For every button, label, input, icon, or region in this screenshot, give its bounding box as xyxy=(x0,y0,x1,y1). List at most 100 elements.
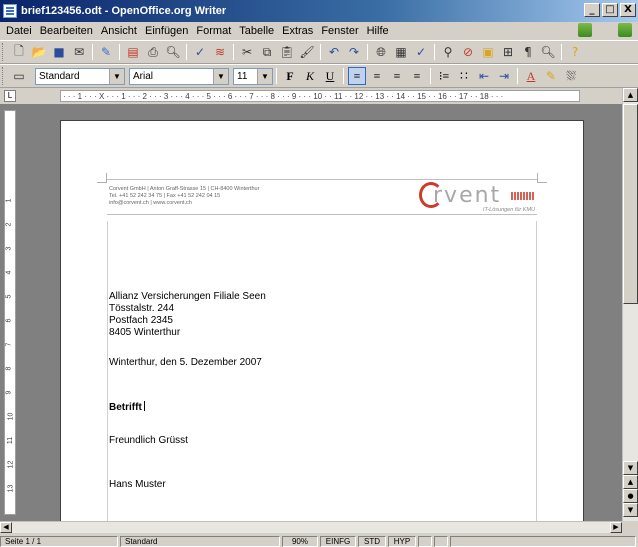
vertical-scrollbar[interactable]: ▲ ▼ ▲ ● ▼ xyxy=(622,88,638,521)
scroll-left-button[interactable]: ◀ xyxy=(0,522,12,533)
chevron-down-icon[interactable]: ▼ xyxy=(257,68,272,84)
menu-help[interactable]: Hilfe xyxy=(363,25,393,37)
status-info-field xyxy=(450,535,636,547)
selection-mode-indicator[interactable]: STD xyxy=(358,535,386,547)
paste-icon[interactable]: 📋︎ xyxy=(279,44,295,60)
scroll-up-button[interactable]: ▲ xyxy=(623,88,638,102)
page-indicator[interactable]: Seite 1 / 1 xyxy=(0,535,118,547)
scroll-right-button[interactable]: ▶ xyxy=(610,522,622,533)
table-icon[interactable]: ▦ xyxy=(393,44,409,60)
page-header[interactable]: Corvent GmbH | Anton Graff-Strasse 15 | … xyxy=(107,179,537,215)
vruler-mark: 3 xyxy=(5,246,13,251)
maximize-button[interactable]: □ xyxy=(602,3,618,17)
vertical-scroll-thumb[interactable] xyxy=(623,104,638,304)
company-logo: rvent IT-Lösungen für KMU xyxy=(417,180,537,214)
navigation-button[interactable]: ● xyxy=(623,489,638,503)
menu-file[interactable]: Datei xyxy=(2,25,36,37)
horizontal-scrollbar[interactable]: ◀ ▶ xyxy=(0,521,622,533)
zoom-indicator[interactable]: 90% xyxy=(282,535,318,547)
greeting-line[interactable]: Freundlich Grüsst xyxy=(109,435,188,447)
font-name-select[interactable]: Arial ▼ xyxy=(129,67,229,85)
align-center-button[interactable]: ≡ xyxy=(368,67,386,85)
numbering-icon[interactable]: ⁝≡ xyxy=(435,67,453,85)
clone-format-icon[interactable]: 🖌︎ xyxy=(299,44,315,60)
page-preview-icon[interactable]: 🔍︎ xyxy=(165,44,181,60)
edit-file-icon[interactable]: ✎ xyxy=(98,44,114,60)
paragraph-style-select[interactable]: Standard ▼ xyxy=(35,67,125,85)
previous-page-button[interactable]: ▲ xyxy=(623,475,638,489)
underline-button[interactable]: U xyxy=(321,67,339,85)
help-icon[interactable]: ? xyxy=(567,44,583,60)
data-sources-icon[interactable]: ⊞ xyxy=(500,44,516,60)
hyperlink-icon[interactable]: 🌐︎ xyxy=(373,44,389,60)
redo-icon[interactable]: ↷ xyxy=(346,44,362,60)
subject-line[interactable]: Betrifft xyxy=(109,401,145,414)
bullets-icon[interactable]: ∷ xyxy=(455,67,473,85)
bold-button[interactable]: F xyxy=(281,67,299,85)
menu-insert[interactable]: Einfügen xyxy=(141,25,192,37)
cut-icon[interactable]: ✂ xyxy=(239,44,255,60)
menu-window[interactable]: Fenster xyxy=(317,25,362,37)
font-size-select[interactable]: 11 ▼ xyxy=(233,67,273,85)
update-icon-2[interactable] xyxy=(618,23,632,37)
show-draw-functions-icon[interactable]: ✓ xyxy=(413,44,429,60)
header-line-2: Tel. +41 52 242 34 75 | Fax +41 52 242 0… xyxy=(109,193,221,199)
close-button[interactable]: X xyxy=(620,3,636,17)
align-left-button[interactable]: ≡ xyxy=(348,67,366,85)
menu-view[interactable]: Ansicht xyxy=(97,25,141,37)
decrease-indent-icon[interactable]: ⇤ xyxy=(475,67,493,85)
menu-edit[interactable]: Bearbeiten xyxy=(36,25,97,37)
undo-icon[interactable]: ↶ xyxy=(326,44,342,60)
new-document-icon[interactable]: 🗋 xyxy=(11,44,27,60)
navigator-icon[interactable]: ⊘ xyxy=(460,44,476,60)
page-style-indicator[interactable]: Standard xyxy=(120,535,280,547)
font-color-icon[interactable]: A xyxy=(522,67,540,85)
background-color-icon[interactable]: ⛆ xyxy=(562,67,580,85)
zoom-icon[interactable]: 🔍︎ xyxy=(540,44,556,60)
open-folder-icon[interactable]: 📂 xyxy=(31,44,47,60)
insert-mode-indicator[interactable]: EINFG xyxy=(320,535,356,547)
separator xyxy=(92,44,93,60)
formatting-marks-icon[interactable]: ¶ xyxy=(520,44,536,60)
subject-text: Betrifft xyxy=(109,402,142,413)
save-icon[interactable]: ■ xyxy=(51,44,67,60)
scroll-down-button[interactable]: ▼ xyxy=(623,461,638,475)
menu-table[interactable]: Tabelle xyxy=(235,25,278,37)
next-page-button[interactable]: ▼ xyxy=(623,503,638,517)
increase-indent-icon[interactable]: ⇥ xyxy=(495,67,513,85)
find-replace-icon[interactable]: ⚲ xyxy=(440,44,456,60)
print-icon[interactable]: ⎙ xyxy=(145,44,161,60)
mail-icon[interactable]: ✉ xyxy=(71,44,87,60)
justify-button[interactable]: ≡ xyxy=(408,67,426,85)
logo-word: rvent xyxy=(433,183,502,208)
highlight-icon[interactable]: ✎ xyxy=(542,67,560,85)
recipient-block[interactable]: Allianz Versicherungen Filiale Seen Töss… xyxy=(109,291,266,339)
vruler-mark: 5 xyxy=(5,294,13,299)
gallery-icon[interactable]: ▣ xyxy=(480,44,496,60)
spellcheck-icon[interactable]: ✓ xyxy=(192,44,208,60)
toolbar-grip[interactable] xyxy=(2,67,5,85)
copy-icon[interactable]: ⧉ xyxy=(259,44,275,60)
styles-formatting-icon[interactable]: ▭ xyxy=(11,68,27,84)
hyperlink-mode-indicator[interactable]: HYP xyxy=(388,535,416,547)
tab-stop-selector[interactable]: L xyxy=(4,90,16,102)
vertical-ruler[interactable]: 1 2 3 4 5 6 7 8 9 10 11 12 13 xyxy=(4,110,16,515)
autospellcheck-icon[interactable]: ≋ xyxy=(212,44,228,60)
date-line[interactable]: Winterthur, den 5. Dezember 2007 xyxy=(109,357,262,369)
signature-line[interactable]: Hans Muster xyxy=(109,479,166,491)
align-right-button[interactable]: ≡ xyxy=(388,67,406,85)
separator xyxy=(367,44,368,60)
menu-tools[interactable]: Extras xyxy=(278,25,317,37)
horizontal-ruler[interactable]: · · · 1 · · · X · · · 1 · · · 2 · · · 3 … xyxy=(60,90,580,102)
document-page[interactable]: Corvent GmbH | Anton Graff-Strasse 15 | … xyxy=(60,120,584,521)
toolbar-grip[interactable] xyxy=(2,43,5,61)
minimize-button[interactable]: _ xyxy=(584,3,600,17)
chevron-down-icon[interactable]: ▼ xyxy=(109,68,124,84)
recipient-line-2: Tösstalstr. 244 xyxy=(109,303,175,314)
chevron-down-icon[interactable]: ▼ xyxy=(213,68,228,84)
menu-format[interactable]: Format xyxy=(192,25,235,37)
export-pdf-icon[interactable]: ▤ xyxy=(125,44,141,60)
recipient-line-4: 8405 Winterthur xyxy=(109,327,181,338)
update-icon[interactable] xyxy=(578,23,592,37)
italic-button[interactable]: K xyxy=(301,67,319,85)
